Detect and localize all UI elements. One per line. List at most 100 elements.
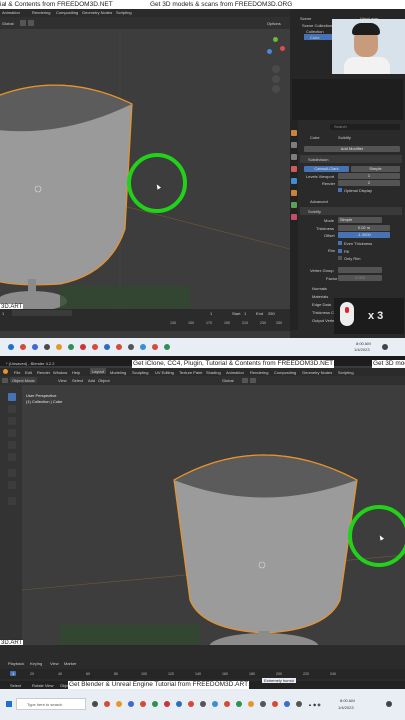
properties-search[interactable]: Search: [330, 124, 400, 130]
modifier-tab-icon[interactable]: [291, 178, 297, 184]
taskbar-search-box[interactable]: Type here to search: [16, 698, 86, 710]
app-icon[interactable]: [68, 344, 74, 350]
gizmo-y-icon[interactable]: [273, 37, 278, 42]
notification-icon[interactable]: [382, 344, 388, 350]
start-icon[interactable]: [8, 344, 14, 350]
workspace-tab-texture-paint[interactable]: Texture Paint: [179, 370, 202, 375]
current-frame-indicator[interactable]: 1: [10, 671, 17, 676]
editor-type-icon[interactable]: [2, 378, 8, 383]
solidify-header[interactable]: Solidify: [300, 207, 402, 215]
weather-widget[interactable]: Extremely humid: [262, 678, 296, 683]
app-icon[interactable]: [176, 701, 182, 707]
object-tab-icon[interactable]: [291, 190, 297, 196]
pan-icon[interactable]: [272, 75, 280, 83]
tab-scripting[interactable]: Scripting: [116, 10, 132, 15]
cursor-tool-icon[interactable]: [8, 405, 16, 413]
app-icon[interactable]: [212, 701, 218, 707]
workspace-tab-sculpting[interactable]: Sculpting: [132, 370, 148, 375]
view-menu[interactable]: View: [50, 661, 59, 666]
app-icon[interactable]: [80, 344, 86, 350]
marker-menu[interactable]: Marker: [64, 661, 76, 666]
timeline-current-frame[interactable]: 1: [2, 311, 4, 316]
workspace-tab-geometry-nodes[interactable]: Geometry Nodes: [302, 370, 332, 375]
chrome-icon[interactable]: [20, 344, 26, 350]
blender-icon[interactable]: [248, 701, 254, 707]
workspace-tab-uv-editing[interactable]: UV Editing: [155, 370, 174, 375]
normals-panel[interactable]: Normals: [312, 286, 327, 291]
app-icon[interactable]: [260, 701, 266, 707]
advanced-panel[interactable]: Advanced: [310, 199, 328, 204]
app-icon[interactable]: [236, 701, 242, 707]
app-icon[interactable]: [164, 701, 170, 707]
even-thickness-checkbox[interactable]: [338, 241, 342, 245]
menu-view[interactable]: View: [58, 378, 67, 383]
select-box-tool-icon[interactable]: [8, 393, 16, 401]
chrome-icon[interactable]: [104, 701, 110, 707]
scale-tool-icon[interactable]: [8, 441, 16, 449]
edge-data-panel[interactable]: Edge Data: [312, 302, 331, 307]
camera-icon[interactable]: [272, 85, 280, 93]
rotate-tool-icon[interactable]: [8, 429, 16, 437]
edge-icon[interactable]: [32, 344, 38, 350]
menu-object[interactable]: Object: [98, 378, 110, 383]
menu-select[interactable]: Select: [72, 378, 83, 383]
app-icon[interactable]: [164, 344, 170, 350]
menu-edit[interactable]: Edit: [25, 370, 32, 375]
app-icon[interactable]: [104, 344, 110, 350]
start-frame-value[interactable]: 1: [210, 311, 212, 316]
timeline-ruler[interactable]: 1 20 40 60 80 100 120 140 160 180 200 22…: [0, 669, 405, 679]
menu-render[interactable]: Render: [37, 370, 50, 375]
tab-rendering[interactable]: Rendering: [32, 10, 50, 15]
workspace-tab-modeling[interactable]: Modeling: [110, 370, 126, 375]
transform-tool-icon[interactable]: [8, 453, 16, 461]
workspace-tab-compositing[interactable]: Compositing: [274, 370, 296, 375]
notification-icon[interactable]: [386, 701, 392, 707]
proportional-edit-icon[interactable]: [28, 20, 34, 26]
edge-icon[interactable]: [128, 701, 134, 707]
app-icon[interactable]: [296, 701, 302, 707]
offset-field[interactable]: -1.0000: [338, 232, 390, 238]
menu-window[interactable]: Window: [53, 370, 67, 375]
snap-icon[interactable]: [242, 378, 248, 383]
3d-viewport[interactable]: User Perspective (1) Collection | Cube: [22, 385, 405, 645]
tray-icons[interactable]: ▲ ◆ ◉: [308, 702, 321, 707]
app-icon[interactable]: [152, 701, 158, 707]
keying-menu[interactable]: Keying: [30, 661, 42, 666]
tool-tab-icon[interactable]: [291, 130, 297, 136]
options-menu[interactable]: Options: [267, 21, 281, 26]
workspace-tab-shading[interactable]: Shading: [206, 370, 221, 375]
app-icon[interactable]: [128, 344, 134, 350]
simple-button[interactable]: Simple: [351, 166, 400, 172]
material-tab-icon[interactable]: [291, 214, 297, 220]
mode-dropdown[interactable]: Simple: [338, 217, 382, 223]
move-tool-icon[interactable]: [8, 417, 16, 425]
add-cube-tool-icon[interactable]: [8, 497, 16, 505]
chrome-icon[interactable]: [92, 344, 98, 350]
chrome-icon[interactable]: [272, 701, 278, 707]
workspace-tab-animation[interactable]: Animation: [226, 370, 244, 375]
chrome-icon[interactable]: [116, 344, 122, 350]
gizmo-z-icon[interactable]: [267, 49, 272, 54]
app-icon[interactable]: [284, 701, 290, 707]
end-value[interactable]: 250: [268, 311, 275, 316]
outliner-scene-label[interactable]: Scene: [300, 16, 311, 21]
levels-viewport-field[interactable]: 1: [338, 173, 400, 179]
playback-controls[interactable]: [12, 310, 72, 316]
gizmo-x-icon[interactable]: [280, 46, 285, 51]
factor-field[interactable]: 0.000: [338, 275, 382, 281]
snap-icon[interactable]: [20, 20, 26, 26]
blender-icon[interactable]: [56, 344, 62, 350]
tab-compositing[interactable]: Compositing: [56, 10, 78, 15]
materials-panel[interactable]: Materials: [312, 294, 328, 299]
chrome-icon[interactable]: [224, 701, 230, 707]
transform-orientation[interactable]: Global: [222, 378, 234, 383]
catmull-clark-button[interactable]: Catmull-Clark: [304, 166, 349, 172]
app-icon[interactable]: [44, 344, 50, 350]
scene-tab-icon[interactable]: [291, 166, 297, 172]
task-view-icon[interactable]: [92, 701, 98, 707]
render-tab-icon[interactable]: [291, 142, 297, 148]
add-modifier-button[interactable]: Add Modifier: [304, 146, 400, 152]
tab-geometry-nodes[interactable]: Geometry Nodes: [82, 10, 112, 15]
measure-tool-icon[interactable]: [8, 481, 16, 489]
output-tab-icon[interactable]: [291, 154, 297, 160]
